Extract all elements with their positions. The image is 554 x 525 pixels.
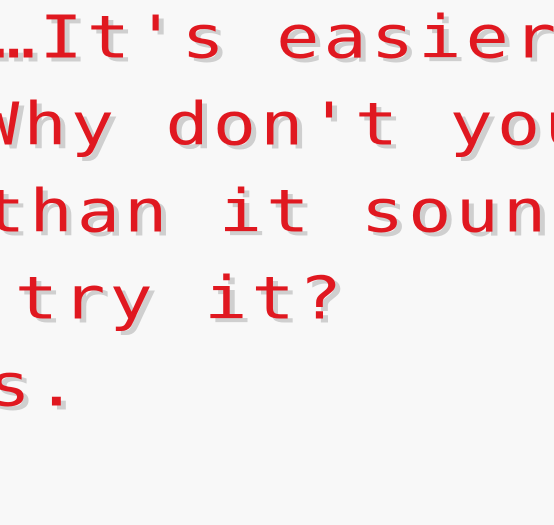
dialog-line-3: than it sound	[0, 176, 554, 246]
dialog-line-5: ls.	[0, 350, 83, 420]
dialog-line-2: Why don't you	[0, 89, 554, 159]
dialog-text-box: …It's easier t Why don't you than it sou…	[0, 0, 554, 525]
dialog-line-4: u try it?	[14, 263, 347, 333]
dialog-line-1: …It's easier t	[0, 2, 554, 72]
